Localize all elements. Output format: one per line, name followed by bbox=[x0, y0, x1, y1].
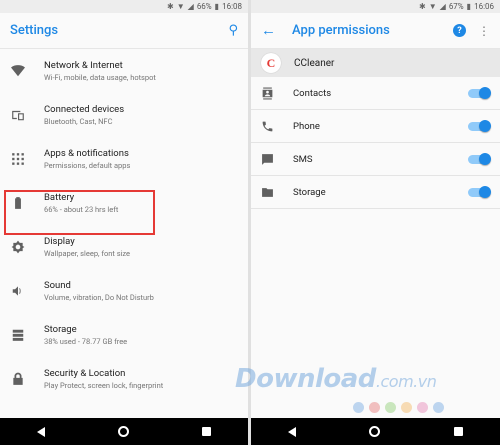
signal-icon: ◢ bbox=[187, 1, 194, 11]
nav-bar bbox=[0, 418, 248, 445]
sms-icon bbox=[259, 151, 275, 167]
setting-label: Network & Internet bbox=[44, 59, 123, 71]
lock-icon bbox=[10, 371, 26, 387]
permissions-list: Contacts Phone SMS Storage bbox=[251, 77, 500, 209]
setting-apps-notifications[interactable]: Apps & notifications Permissions, default… bbox=[0, 137, 248, 181]
back-nav-icon[interactable] bbox=[36, 426, 45, 437]
settings-screen: ✱ ▼ ◢ 66% ▮ 16:08 Settings ⚲ Network & I… bbox=[0, 0, 248, 445]
setting-network[interactable]: Network & Internet Wi-Fi, mobile, data us… bbox=[0, 49, 248, 93]
settings-app-bar: Settings ⚲ bbox=[0, 13, 248, 49]
volume-icon bbox=[10, 283, 26, 299]
page-title: App permissions bbox=[292, 23, 390, 38]
app-header: C CCleaner bbox=[251, 49, 500, 77]
ccleaner-logo: C bbox=[261, 53, 281, 73]
brightness-icon bbox=[10, 239, 26, 255]
storage-icon bbox=[10, 327, 26, 343]
setting-label: Display bbox=[44, 235, 75, 247]
more-vert-icon[interactable]: ⋮ bbox=[478, 25, 490, 37]
watermark-text: Download bbox=[235, 364, 376, 394]
clock: 16:08 bbox=[222, 2, 242, 11]
app-name: CCleaner bbox=[294, 57, 335, 69]
wifi-status-icon: ▼ bbox=[428, 1, 437, 11]
back-nav-icon[interactable] bbox=[287, 426, 296, 437]
bluetooth-icon: ✱ bbox=[167, 1, 174, 11]
recents-nav-icon[interactable] bbox=[202, 427, 212, 436]
setting-sub: 38% used - 78.77 GB free bbox=[44, 336, 128, 346]
home-nav-icon[interactable] bbox=[117, 426, 129, 437]
setting-sub: Bluetooth, Cast, NFC bbox=[44, 116, 113, 126]
permission-label: Phone bbox=[293, 120, 320, 132]
folder-icon bbox=[259, 184, 275, 200]
status-bar: ✱ ▼ ◢ 67% ▮ 16:06 bbox=[251, 0, 500, 13]
setting-label: Connected devices bbox=[44, 103, 125, 115]
logo-letter: C bbox=[266, 55, 276, 70]
devices-icon bbox=[10, 107, 26, 123]
wifi-status-icon: ▼ bbox=[176, 1, 185, 11]
help-icon[interactable]: ? bbox=[453, 24, 466, 37]
permission-label: Contacts bbox=[293, 87, 332, 99]
status-bar: ✱ ▼ ◢ 66% ▮ 16:08 bbox=[0, 0, 248, 13]
phone-toggle[interactable] bbox=[468, 119, 491, 132]
signal-icon: ◢ bbox=[439, 1, 446, 11]
setting-label: Sound bbox=[44, 279, 71, 291]
setting-sub: Play Protect, screen lock, fingerprint bbox=[44, 380, 164, 390]
battery-status-icon: ▮ bbox=[466, 1, 472, 11]
clock: 16:06 bbox=[474, 2, 494, 11]
watermark-dots bbox=[353, 402, 444, 413]
setting-connected-devices[interactable]: Connected devices Bluetooth, Cast, NFC bbox=[0, 93, 248, 137]
permissions-app-bar: ← App permissions ? ⋮ bbox=[251, 13, 500, 49]
watermark: Download.com.vn bbox=[235, 364, 437, 394]
wifi-icon bbox=[10, 63, 26, 79]
bluetooth-icon: ✱ bbox=[419, 1, 426, 11]
permission-label: Storage bbox=[293, 186, 326, 198]
page-title: Settings bbox=[10, 23, 59, 38]
apps-grid-icon bbox=[10, 151, 26, 167]
setting-sub: Permissions, default apps bbox=[44, 160, 131, 170]
setting-sub: Wi-Fi, mobile, data usage, hotspot bbox=[44, 72, 156, 82]
sms-toggle[interactable] bbox=[468, 152, 491, 165]
permission-label: SMS bbox=[293, 153, 313, 165]
setting-sub: Wallpaper, sleep, font size bbox=[44, 248, 131, 258]
permission-sms[interactable]: SMS bbox=[251, 143, 500, 176]
setting-storage[interactable]: Storage 38% used - 78.77 GB free bbox=[0, 313, 248, 357]
storage-toggle[interactable] bbox=[468, 185, 491, 198]
search-icon[interactable]: ⚲ bbox=[228, 23, 238, 38]
back-arrow-icon[interactable]: ← bbox=[261, 23, 276, 38]
permission-phone[interactable]: Phone bbox=[251, 110, 500, 143]
setting-label: Storage bbox=[44, 323, 77, 335]
settings-list: Network & Internet Wi-Fi, mobile, data us… bbox=[0, 49, 248, 401]
contacts-icon bbox=[259, 85, 275, 101]
battery-status-icon: ▮ bbox=[214, 1, 220, 11]
recents-nav-icon[interactable] bbox=[454, 427, 464, 436]
setting-security[interactable]: Security & Location Play Protect, screen … bbox=[0, 357, 248, 401]
setting-label: Apps & notifications bbox=[44, 147, 129, 159]
battery-percent: 67% bbox=[448, 2, 464, 11]
contacts-toggle[interactable] bbox=[468, 86, 491, 99]
phone-icon bbox=[259, 118, 275, 134]
highlight-box bbox=[4, 190, 155, 235]
setting-sound[interactable]: Sound Volume, vibration, Do Not Disturb bbox=[0, 269, 248, 313]
permission-contacts[interactable]: Contacts bbox=[251, 77, 500, 110]
setting-label: Security & Location bbox=[44, 367, 126, 379]
watermark-suffix: .com.vn bbox=[375, 372, 437, 391]
nav-bar bbox=[251, 418, 500, 445]
home-nav-icon[interactable] bbox=[369, 426, 381, 437]
permission-storage[interactable]: Storage bbox=[251, 176, 500, 209]
battery-percent: 66% bbox=[196, 2, 212, 11]
setting-sub: Volume, vibration, Do Not Disturb bbox=[44, 292, 154, 302]
